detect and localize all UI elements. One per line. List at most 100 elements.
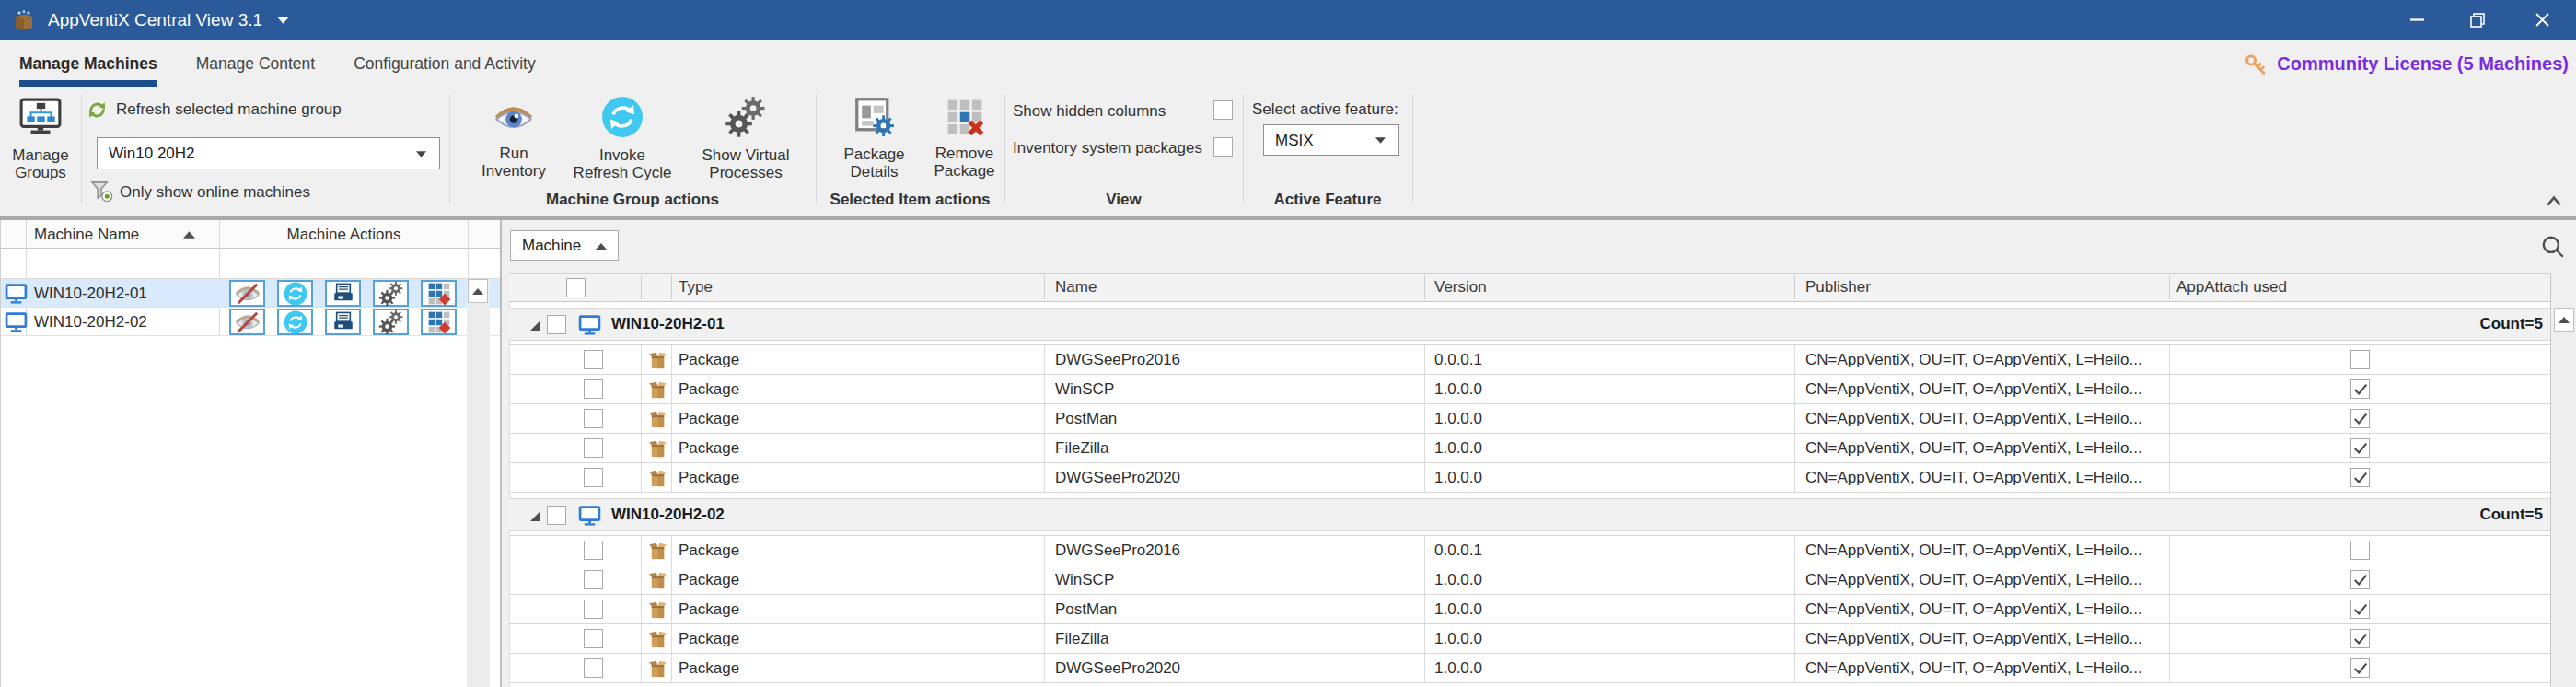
cell-publisher: CN=AppVentiX, OU=IT, O=AppVentiX, L=Heil… bbox=[1805, 345, 2164, 374]
group-label-selected-item-actions: Selected Item actions bbox=[816, 188, 1004, 212]
license-status: Community License (5 Machines) bbox=[2244, 40, 2569, 88]
show-processes-gears-button[interactable] bbox=[373, 309, 409, 335]
package-details-button[interactable]: Package Details bbox=[830, 92, 918, 186]
package-row[interactable]: Package PostMan 1.0.0.0 CN=AppVentiX, OU… bbox=[509, 404, 2550, 434]
column-header-type[interactable]: Type bbox=[679, 274, 713, 301]
only-show-online-label[interactable]: Only show online machines bbox=[120, 181, 310, 204]
machine-row[interactable]: WIN10-20H2-02 bbox=[1, 308, 500, 336]
row-checkbox[interactable] bbox=[584, 468, 603, 487]
cell-publisher: CN=AppVentiX, OU=IT, O=AppVentiX, L=Heil… bbox=[1805, 434, 2164, 462]
invoke-refresh-cycle-button[interactable] bbox=[277, 309, 313, 335]
active-feature-combobox[interactable]: MSIX bbox=[1263, 124, 1399, 156]
show-virtual-processes-button[interactable]: Show Virtual Processes bbox=[690, 92, 801, 186]
appattach-checkbox[interactable] bbox=[2350, 629, 2370, 648]
scroll-up-button[interactable] bbox=[2554, 308, 2574, 332]
package-row[interactable]: Package FileZilla 1.0.0.0 CN=AppVentiX, … bbox=[509, 624, 2550, 654]
group-label-view: View bbox=[1004, 188, 1243, 212]
scroll-up-button[interactable] bbox=[468, 279, 488, 303]
tab-manage-machines[interactable]: Manage Machines bbox=[19, 40, 157, 88]
hide-inventory-eye-button[interactable] bbox=[229, 280, 265, 307]
report-printer-button[interactable] bbox=[325, 280, 361, 307]
collapse-ribbon-chevron-icon[interactable] bbox=[2545, 195, 2563, 206]
sort-ascending-icon bbox=[596, 243, 607, 250]
package-row[interactable]: Package DWGSeePro2016 0.0.0.1 CN=AppVent… bbox=[509, 345, 2550, 375]
column-header-name[interactable]: Name bbox=[1055, 274, 1097, 301]
remove-packages-grid-button[interactable] bbox=[421, 309, 457, 335]
machines-scrollbar[interactable] bbox=[467, 279, 490, 687]
group-row[interactable]: WIN10-20H2-01 Count=5 bbox=[509, 308, 2550, 341]
manage-groups-button[interactable]: Manage Groups bbox=[2, 92, 79, 186]
invoke-refresh-cycle-button[interactable] bbox=[277, 280, 313, 307]
machine-row[interactable]: WIN10-20H2-01 bbox=[1, 279, 500, 308]
group-row[interactable]: WIN10-20H2-02 Count=5 bbox=[509, 498, 2550, 531]
group-by-chip[interactable]: Machine bbox=[510, 230, 619, 261]
machine-name-column-header[interactable]: Machine Name bbox=[34, 220, 139, 249]
title-bar: AppVentiX Central View 3.1 bbox=[0, 0, 2576, 40]
packages-scrollbar[interactable] bbox=[2552, 308, 2576, 687]
column-header-appattach[interactable]: AppAttach used bbox=[2176, 274, 2287, 301]
restore-button[interactable] bbox=[2447, 0, 2508, 40]
hide-inventory-eye-button[interactable] bbox=[229, 309, 265, 335]
machine-group-combobox[interactable]: Win10 20H2 bbox=[97, 137, 440, 169]
group-checkbox[interactable] bbox=[547, 506, 566, 525]
row-checkbox[interactable] bbox=[584, 629, 603, 648]
tab-manage-content[interactable]: Manage Content bbox=[196, 40, 315, 88]
appattach-checkbox[interactable] bbox=[2350, 438, 2370, 458]
group-count: Count=5 bbox=[2480, 309, 2543, 340]
show-processes-gears-button[interactable] bbox=[373, 280, 409, 307]
column-header-publisher[interactable]: Publisher bbox=[1805, 274, 1871, 301]
minimize-button[interactable] bbox=[2386, 0, 2447, 40]
appattach-checkbox[interactable] bbox=[2350, 468, 2370, 487]
show-hidden-columns-checkbox[interactable] bbox=[1213, 100, 1233, 120]
refresh-selected-label[interactable]: Refresh selected machine group bbox=[116, 99, 342, 121]
group-name: WIN10-20H2-01 bbox=[611, 309, 725, 340]
package-row[interactable]: Package DWGSeePro2020 1.0.0.0 CN=AppVent… bbox=[509, 463, 2550, 493]
row-checkbox[interactable] bbox=[584, 658, 603, 678]
filter-row[interactable] bbox=[1, 249, 500, 279]
package-row[interactable]: Package PostMan 1.0.0.0 CN=AppVentiX, OU… bbox=[509, 595, 2550, 624]
cell-type: Package bbox=[679, 565, 1028, 594]
row-checkbox[interactable] bbox=[584, 600, 603, 619]
row-checkbox[interactable] bbox=[584, 541, 603, 560]
invoke-refresh-cycle-button[interactable]: InvokeRefresh Cycle bbox=[563, 92, 682, 186]
remove-package-button[interactable]: Remove Package bbox=[921, 92, 1008, 186]
select-all-checkbox[interactable] bbox=[566, 278, 586, 297]
group-checkbox[interactable] bbox=[547, 315, 566, 334]
tab-configuration-activity[interactable]: Configuration and Activity bbox=[354, 40, 535, 88]
appattach-checkbox[interactable] bbox=[2350, 658, 2370, 678]
cell-type: Package bbox=[679, 463, 1028, 492]
search-icon[interactable] bbox=[2540, 234, 2566, 260]
package-row[interactable]: Package FileZilla 1.0.0.0 CN=AppVentiX, … bbox=[509, 434, 2550, 463]
run-inventory-button[interactable]: Run Inventory bbox=[472, 92, 555, 186]
row-checkbox[interactable] bbox=[584, 438, 603, 458]
column-header-version[interactable]: Version bbox=[1434, 274, 1487, 301]
machine-actions-column-header[interactable]: Machine Actions bbox=[220, 220, 468, 249]
package-row[interactable]: Package DWGSeePro2016 0.0.0.1 CN=AppVent… bbox=[509, 536, 2550, 565]
package-row[interactable]: Package WinSCP 1.0.0.0 CN=AppVentiX, OU=… bbox=[509, 565, 2550, 595]
close-button[interactable] bbox=[2508, 0, 2576, 40]
appattach-checkbox[interactable] bbox=[2350, 541, 2370, 560]
ribbon-tabs: Manage Machines Manage Content Configura… bbox=[0, 40, 2576, 88]
appattach-checkbox[interactable] bbox=[2350, 570, 2370, 589]
appattach-checkbox[interactable] bbox=[2350, 409, 2370, 428]
package-row[interactable]: Package WinSCP 1.0.0.0 CN=AppVentiX, OU=… bbox=[509, 375, 2550, 404]
expander-icon[interactable] bbox=[530, 320, 540, 331]
refresh-cycle-icon bbox=[601, 96, 644, 138]
divider bbox=[449, 94, 450, 203]
appattach-checkbox[interactable] bbox=[2350, 600, 2370, 619]
machine-monitor-icon bbox=[578, 504, 601, 527]
row-checkbox[interactable] bbox=[584, 350, 603, 369]
report-printer-button[interactable] bbox=[325, 309, 361, 335]
inventory-system-packages-checkbox[interactable] bbox=[1213, 137, 1233, 157]
appattach-checkbox[interactable] bbox=[2350, 350, 2370, 369]
row-checkbox[interactable] bbox=[584, 379, 603, 399]
remove-packages-grid-button[interactable] bbox=[421, 280, 457, 307]
row-checkbox[interactable] bbox=[584, 409, 603, 428]
appattach-checkbox[interactable] bbox=[2350, 379, 2370, 399]
cell-publisher: CN=AppVentiX, OU=IT, O=AppVentiX, L=Heil… bbox=[1805, 375, 2164, 403]
row-checkbox[interactable] bbox=[584, 570, 603, 589]
title-menu-chevron-icon[interactable] bbox=[277, 17, 289, 24]
expander-icon[interactable] bbox=[530, 511, 540, 521]
machine-name: WIN10-20H2-01 bbox=[34, 279, 147, 308]
package-row[interactable]: Package DWGSeePro2020 1.0.0.0 CN=AppVent… bbox=[509, 654, 2550, 683]
